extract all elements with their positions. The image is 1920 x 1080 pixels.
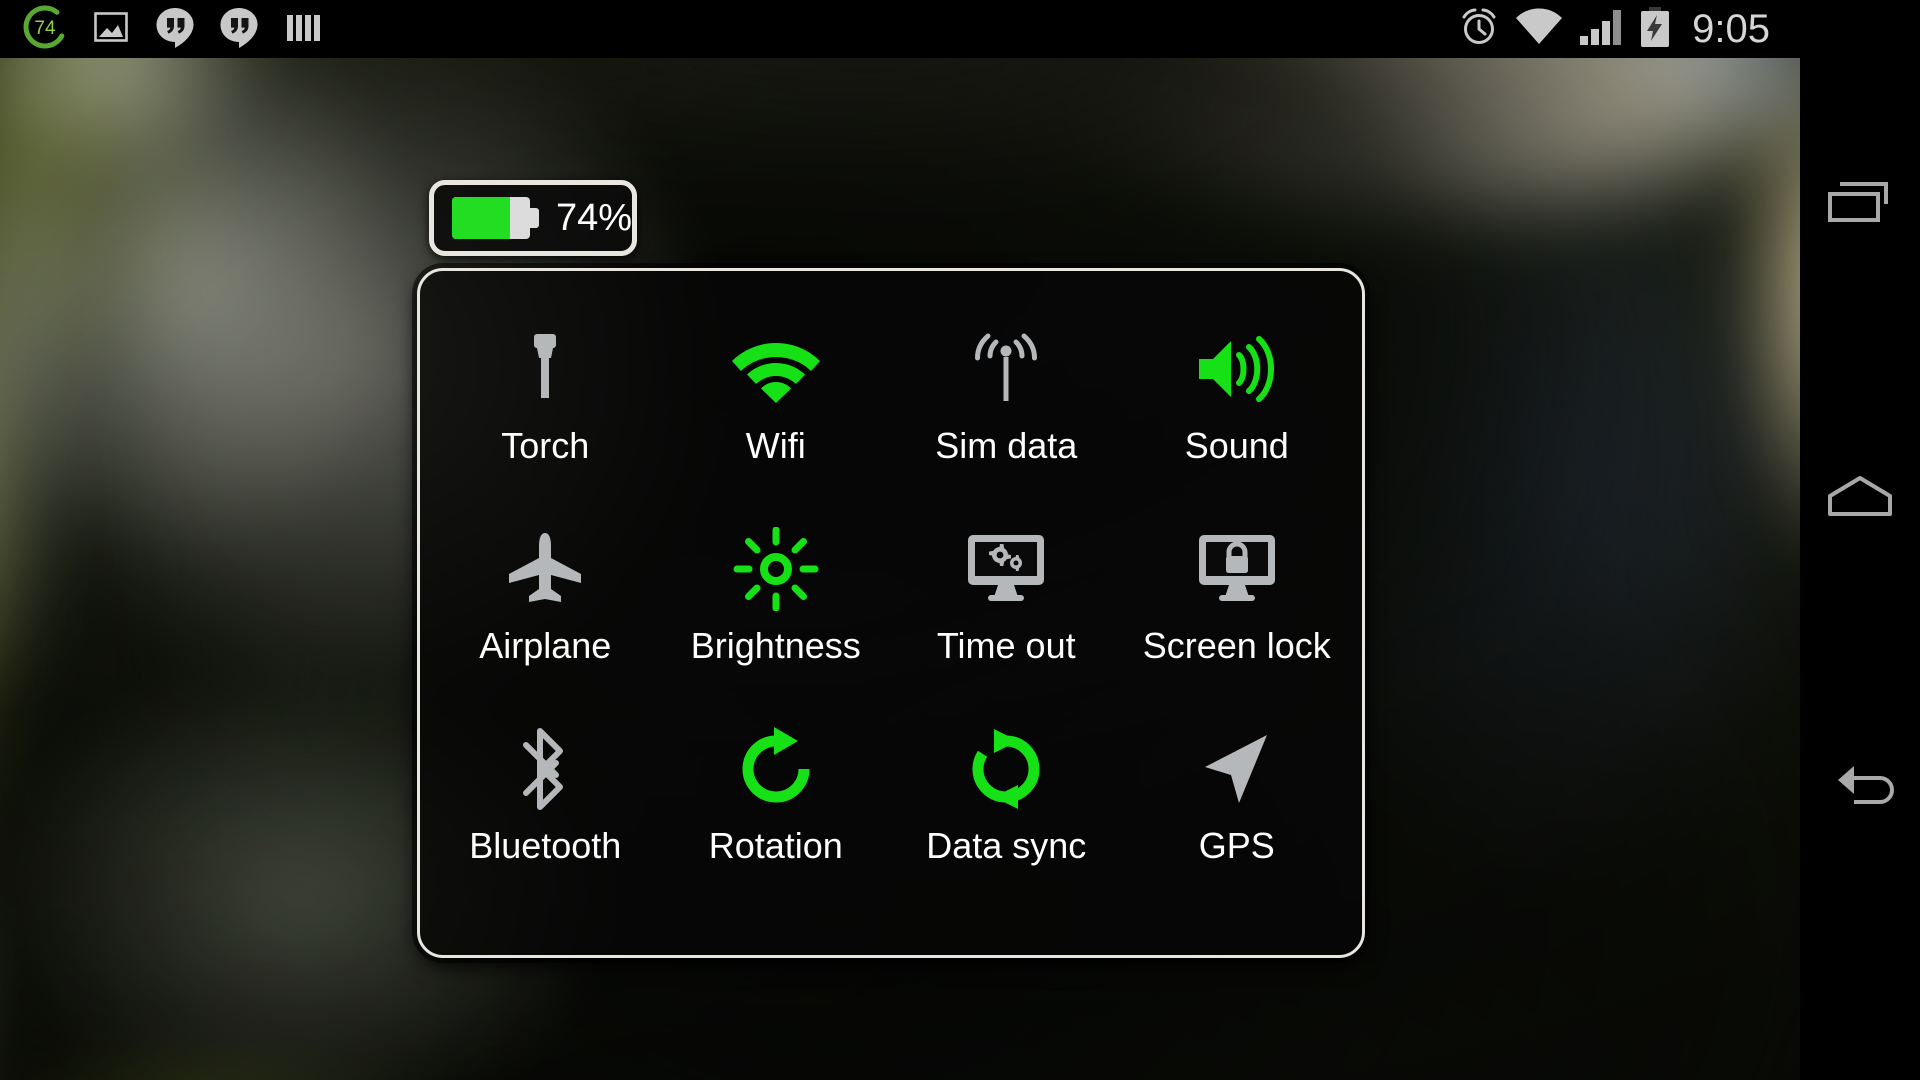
quick-setting-tile-wifi[interactable]: Wifi (661, 310, 892, 510)
battery-fill-bar (452, 197, 510, 239)
alarm-clock-icon (1457, 5, 1501, 54)
status-bar-clock: 9:05 (1692, 7, 1770, 51)
quick-settings-row-1: Torch Wifi Sim data Sound (430, 310, 1352, 510)
wifi-signal-icon (1514, 5, 1564, 54)
quick-setting-tile-brightness[interactable]: Brightness (661, 510, 892, 710)
quick-setting-tile-screen-lock[interactable]: Screen lock (1122, 510, 1353, 710)
cellular-signal-icon (1577, 5, 1625, 54)
hangouts-message-notification-icon-2 (218, 5, 260, 54)
quick-setting-label: GPS (1198, 825, 1275, 866)
quick-setting-label: Screen lock (1142, 625, 1331, 666)
quick-setting-tile-bluetooth[interactable]: Bluetooth (430, 710, 661, 910)
quick-setting-label: Data sync (926, 825, 1087, 866)
rotation-icon (734, 727, 818, 810)
battery-percent-notification-icon: 74 (22, 4, 68, 55)
screen-timeout-icon (960, 528, 1052, 610)
brightness-sun-icon (733, 527, 819, 611)
quick-setting-label: Time out (936, 625, 1076, 666)
android-screen: 74 9:05 74% Torch Wifi Sim data Sound Ai… (0, 0, 1920, 1080)
battery-charging-icon (1638, 5, 1672, 54)
wifi-icon (730, 328, 822, 410)
battery-icon (452, 197, 539, 239)
quick-settings-row-3: Bluetooth Rotation Data sync GPS (430, 710, 1352, 910)
quick-setting-label: Airplane (479, 625, 612, 666)
quick-setting-label: Rotation (708, 825, 843, 866)
quick-setting-label: Wifi (745, 425, 806, 466)
recents-icon (1824, 178, 1896, 239)
quick-setting-label: Torch (501, 425, 590, 466)
sound-speaker-icon (1191, 328, 1283, 410)
airplane-icon (502, 528, 588, 610)
quick-setting-tile-torch[interactable]: Torch (430, 310, 661, 510)
quick-setting-label: Bluetooth (469, 825, 622, 866)
quick-setting-tile-sim-data[interactable]: Sim data (891, 310, 1122, 510)
battery-percent-label: 74% (555, 197, 632, 239)
screen-lock-icon (1191, 528, 1283, 610)
quick-setting-tile-time-out[interactable]: Time out (891, 510, 1122, 710)
quick-setting-tile-sound[interactable]: Sound (1122, 310, 1353, 510)
sim-data-antenna-icon (960, 328, 1052, 410)
quick-setting-tile-data-sync[interactable]: Data sync (891, 710, 1122, 910)
quick-setting-label: Sim data (935, 425, 1078, 466)
quick-setting-tile-rotation[interactable]: Rotation (661, 710, 892, 910)
status-bar: 74 9:05 (0, 0, 1800, 58)
flashlight-icon (510, 328, 580, 410)
data-sync-icon (964, 728, 1048, 810)
recents-button[interactable] (1800, 148, 1920, 268)
quick-settings-panel: Torch Wifi Sim data Sound Airplane Brigh… (417, 268, 1365, 958)
home-button[interactable] (1800, 440, 1920, 560)
hangouts-message-notification-icon (154, 5, 196, 54)
back-arrow-icon (1824, 762, 1896, 823)
gps-location-arrow-icon (1195, 728, 1279, 810)
svg-text:74: 74 (34, 18, 56, 39)
equalizer-notification-icon (282, 6, 324, 53)
quick-setting-label: Brightness (690, 625, 861, 666)
quick-setting-tile-gps[interactable]: GPS (1122, 710, 1353, 910)
battery-percentage-widget[interactable]: 74% (429, 180, 637, 256)
status-bar-system-icons: 9:05 (1457, 5, 1800, 54)
back-button[interactable] (1800, 732, 1920, 852)
gallery-image-notification-icon (90, 6, 132, 53)
status-bar-notification-icons: 74 (0, 4, 1457, 55)
navigation-bar (1800, 0, 1920, 1080)
quick-setting-tile-airplane[interactable]: Airplane (430, 510, 661, 710)
home-icon (1824, 470, 1896, 531)
bluetooth-icon (512, 728, 578, 810)
quick-setting-label: Sound (1184, 425, 1289, 466)
quick-settings-row-2: Airplane Brightness Time out Screen lock (430, 510, 1352, 710)
